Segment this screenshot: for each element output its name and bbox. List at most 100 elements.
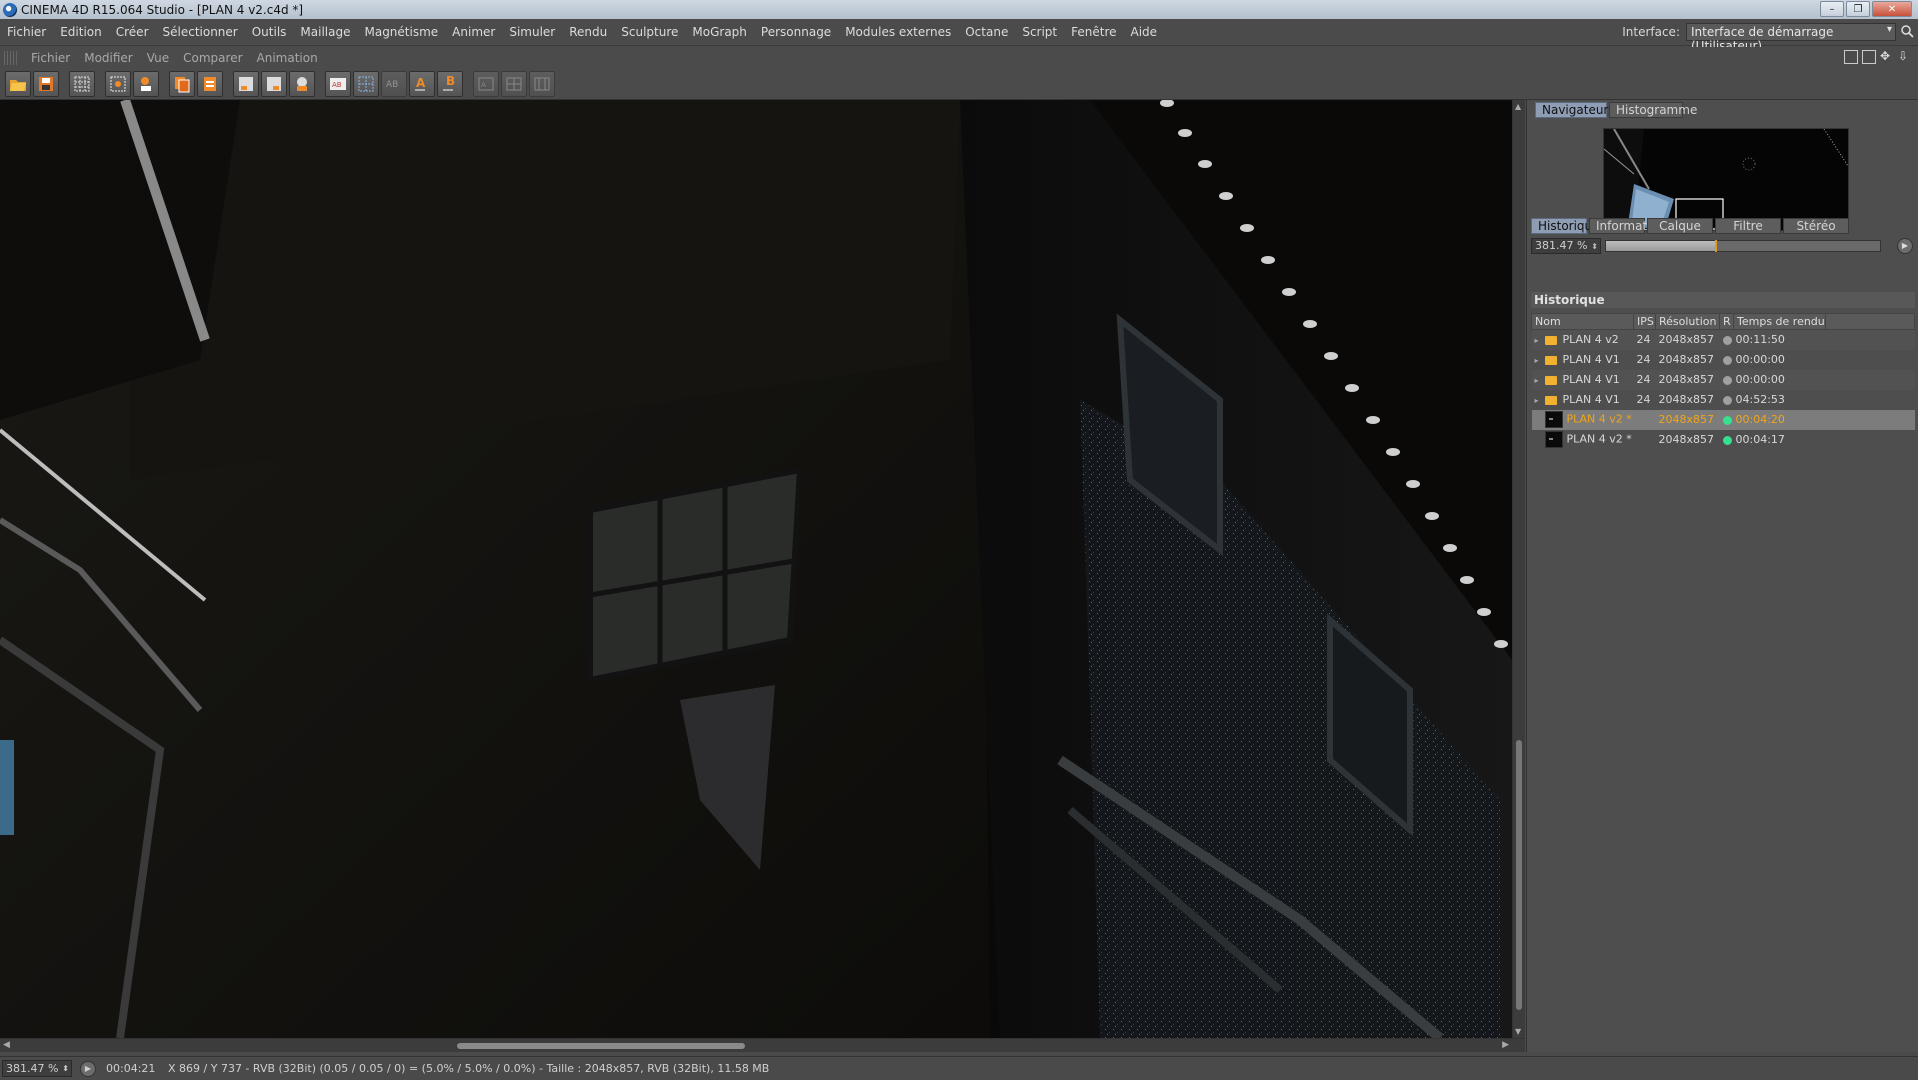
viewport-horizontal-scrollbar[interactable]: ◀ ▶ (0, 1038, 1525, 1052)
history-row-resolution: 2048x857 (1655, 329, 1720, 350)
split-ab-icon[interactable]: AB (325, 71, 351, 97)
spinner-icon[interactable]: ⬍ (1591, 240, 1598, 254)
region-a-icon[interactable] (233, 71, 259, 97)
viewport-vertical-scrollbar[interactable]: ▲ ▼ (1512, 100, 1525, 1038)
viewer-menu-comparer[interactable]: Comparer (176, 51, 249, 65)
history-row[interactable]: ▸ PLAN 4 V1 24 2048x857 04:52:53 (1532, 390, 1915, 410)
layout-panel-icon[interactable] (1844, 50, 1858, 64)
column-header-nom[interactable]: Nom (1531, 313, 1634, 330)
scroll-right-icon[interactable]: ▶ (1502, 1040, 1509, 1050)
menu-sculpture[interactable]: Sculpture (614, 25, 685, 39)
navigator-thumbnail[interactable] (1603, 128, 1849, 231)
paste-icon[interactable] (197, 71, 223, 97)
play-icon[interactable]: ▶ (80, 1060, 96, 1077)
status-zoom-field[interactable]: 381.47 % ⬍ (2, 1060, 72, 1077)
history-row-selected[interactable]: PLAN 4 v2 * 2048x857 00:04:20 (1531, 409, 1915, 430)
viewer-menu-vue[interactable]: Vue (140, 51, 176, 65)
move-icon[interactable]: ✥ (1880, 50, 1894, 64)
menu-fichier[interactable]: Fichier (0, 25, 53, 39)
region-b-icon[interactable] (261, 71, 287, 97)
menu-animer[interactable]: Animer (445, 25, 502, 39)
column-header-resolution[interactable]: Résolution (1655, 313, 1720, 330)
column-header-ips[interactable]: IPS (1633, 313, 1656, 330)
spinner-icon[interactable]: ⬍ (62, 1061, 69, 1076)
menu-modules-externes[interactable]: Modules externes (838, 25, 958, 39)
status-dot-icon (1722, 395, 1732, 405)
grip-handle-icon[interactable] (4, 51, 18, 65)
navigator-zoom-slider[interactable] (1605, 240, 1881, 252)
tab-calque[interactable]: Calque (1647, 218, 1713, 234)
viewer-menu-animation[interactable]: Animation (250, 51, 325, 65)
grid-icon[interactable] (69, 71, 95, 97)
set-a-icon[interactable]: A (409, 71, 435, 97)
tab-information[interactable]: Information (1589, 218, 1665, 234)
swap-c-icon[interactable] (529, 71, 555, 97)
expand-arrow-icon[interactable]: ▸ (1535, 336, 1545, 345)
render-settings-icon[interactable] (105, 71, 131, 97)
menu-maillage[interactable]: Maillage (293, 25, 357, 39)
viewer-menu-modifier[interactable]: Modifier (77, 51, 140, 65)
pin-icon[interactable]: ⇩ (1898, 50, 1912, 64)
zoom-slider-handle[interactable] (1714, 240, 1717, 252)
menu-fenetre[interactable]: Fenêtre (1064, 25, 1123, 39)
vertical-scroll-thumb[interactable] (1516, 740, 1522, 1010)
viewer-menu-fichier[interactable]: Fichier (24, 51, 77, 65)
tab-historique[interactable]: Historique (1531, 218, 1600, 234)
label-ab-icon[interactable]: AB (381, 71, 407, 97)
history-row-fps (1633, 409, 1656, 430)
history-row[interactable]: ▸ PLAN 4 V1 24 2048x857 00:00:00 (1532, 350, 1915, 370)
scroll-left-icon[interactable]: ◀ (3, 1040, 10, 1050)
history-row[interactable]: ▸ PLAN 4 V1 24 2048x857 00:00:00 (1531, 369, 1915, 390)
cinema4d-logo-icon (3, 2, 17, 17)
tab-histogramme[interactable]: Histogramme (1609, 102, 1697, 118)
scroll-down-icon[interactable]: ▼ (1515, 1027, 1521, 1036)
menu-selectionner[interactable]: Sélectionner (156, 25, 245, 39)
menu-script[interactable]: Script (1015, 25, 1064, 39)
menu-aide[interactable]: Aide (1124, 25, 1165, 39)
history-row[interactable]: PLAN 4 v2 * 2048x857 00:04:17 (1532, 430, 1915, 450)
expand-arrow-icon[interactable]: ▸ (1535, 356, 1545, 365)
history-row[interactable]: ▸ PLAN 4 v2 24 2048x857 00:11:50 (1531, 329, 1915, 350)
region-compare-icon[interactable] (289, 71, 315, 97)
zoom-play-icon[interactable]: ▶ (1897, 238, 1913, 254)
open-icon[interactable] (5, 71, 31, 97)
menu-rendu[interactable]: Rendu (562, 25, 614, 39)
tab-stereo[interactable]: Stéréo (1783, 218, 1849, 234)
menu-magnetisme[interactable]: Magnétisme (357, 25, 445, 39)
split-grid-icon[interactable] (353, 71, 379, 97)
swap-b-icon[interactable] (501, 71, 527, 97)
status-zoom-value: 381.47 % (6, 1062, 59, 1075)
interface-select[interactable]: Interface de démarrage (Utilisateur) ▾ (1686, 23, 1896, 53)
copy-icon[interactable] (169, 71, 195, 97)
menu-edition[interactable]: Edition (53, 25, 109, 39)
menu-octane[interactable]: Octane (958, 25, 1015, 39)
menu-outils[interactable]: Outils (245, 25, 294, 39)
channel-icon[interactable] (133, 71, 159, 97)
expand-arrow-icon[interactable]: ▸ (1535, 376, 1545, 385)
column-header-r[interactable]: R (1719, 313, 1734, 330)
maximize-button[interactable]: ❐ (1846, 1, 1870, 17)
interface-label: Interface: (1622, 25, 1680, 39)
expand-arrow-icon[interactable]: ▸ (1535, 396, 1545, 405)
svg-text:AB: AB (386, 80, 398, 90)
navigator-preview-image (1604, 129, 1848, 230)
navigator-zoom-field[interactable]: 381.47 % ⬍ (1531, 238, 1601, 254)
minimize-button[interactable]: – (1820, 1, 1844, 17)
horizontal-scroll-thumb[interactable] (457, 1043, 745, 1049)
scroll-up-icon[interactable]: ▲ (1515, 102, 1521, 111)
menu-creer[interactable]: Créer (109, 25, 156, 39)
close-button[interactable]: ✕ (1872, 1, 1912, 17)
save-icon[interactable] (33, 71, 59, 97)
tab-navigateur[interactable]: Navigateur (1535, 102, 1608, 118)
search-icon[interactable] (1900, 24, 1914, 38)
folder-icon (1544, 395, 1557, 405)
column-header-temps-de-rendu[interactable]: Temps de rendu (1733, 313, 1826, 330)
render-viewport[interactable] (0, 100, 1512, 1038)
menu-mograph[interactable]: MoGraph (685, 25, 754, 39)
tab-filtre[interactable]: Filtre (1715, 218, 1781, 234)
menu-personnage[interactable]: Personnage (754, 25, 838, 39)
layout-grid-icon[interactable] (1862, 50, 1876, 64)
menu-simuler[interactable]: Simuler (502, 25, 562, 39)
set-b-icon[interactable]: B (437, 71, 463, 97)
swap-a-icon[interactable]: A (473, 71, 499, 97)
